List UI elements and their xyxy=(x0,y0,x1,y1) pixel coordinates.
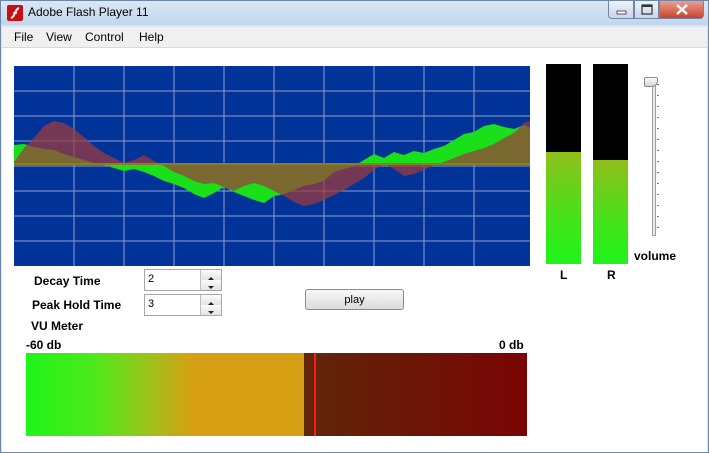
maximize-button[interactable] xyxy=(634,1,659,19)
left-level-bar xyxy=(546,64,581,264)
volume-tick xyxy=(657,227,659,228)
volume-tick xyxy=(657,194,659,195)
vu-level-fill xyxy=(26,353,304,436)
volume-slider-track[interactable] xyxy=(652,80,656,236)
menu-file[interactable]: File xyxy=(14,30,33,44)
volume-tick xyxy=(657,84,659,85)
volume-tick xyxy=(657,150,659,151)
volume-tick xyxy=(657,117,659,118)
vu-peak-marker xyxy=(314,353,316,436)
close-button[interactable] xyxy=(659,1,704,19)
play-button[interactable]: play xyxy=(305,289,404,310)
vu-min-label: -60 db xyxy=(26,338,62,352)
minimize-button[interactable] xyxy=(608,1,634,19)
volume-tick xyxy=(657,128,659,129)
volume-tick xyxy=(657,183,659,184)
decay-time-value[interactable]: 2 xyxy=(148,273,154,285)
title-bar: Adobe Flash Player 11 xyxy=(1,1,708,25)
peak-hold-value[interactable]: 3 xyxy=(148,298,154,310)
menu-help[interactable]: Help xyxy=(139,30,164,44)
vu-meter-bar xyxy=(26,353,527,436)
volume-tick xyxy=(657,161,659,162)
volume-tick xyxy=(657,106,659,107)
left-level-fill xyxy=(546,152,581,264)
flash-content: L R volume Decay Time 2 Peak Hold Time 3… xyxy=(2,48,707,452)
volume-tick xyxy=(657,95,659,96)
right-channel-label: R xyxy=(607,268,616,282)
volume-tick xyxy=(657,139,659,140)
menu-view[interactable]: View xyxy=(46,30,72,44)
volume-tick xyxy=(657,216,659,217)
volume-slider-thumb[interactable] xyxy=(644,77,658,87)
left-channel-label: L xyxy=(560,268,568,282)
right-level-bar xyxy=(593,64,628,264)
decay-time-stepper[interactable]: 2 xyxy=(144,269,222,291)
decay-time-label: Decay Time xyxy=(34,274,101,288)
window-title: Adobe Flash Player 11 xyxy=(28,5,149,19)
right-level-fill xyxy=(593,160,628,264)
peak-hold-label: Peak Hold Time xyxy=(32,298,122,312)
volume-tick xyxy=(657,205,659,206)
volume-tick xyxy=(657,172,659,173)
volume-label: volume xyxy=(634,249,677,263)
vu-max-label: 0 db xyxy=(499,338,524,352)
menu-bar: File View Control Help xyxy=(2,27,707,48)
waveform-display xyxy=(14,66,530,266)
decay-down-arrow-icon[interactable] xyxy=(201,280,221,290)
peak-hold-stepper[interactable]: 3 xyxy=(144,294,222,316)
menu-control[interactable]: Control xyxy=(85,30,124,44)
flash-app-icon xyxy=(7,5,23,21)
flash-player-window: Adobe Flash Player 11 File View Control … xyxy=(0,0,709,453)
vu-meter-title: VU Meter xyxy=(31,319,84,333)
peak-down-arrow-icon[interactable] xyxy=(201,305,221,315)
